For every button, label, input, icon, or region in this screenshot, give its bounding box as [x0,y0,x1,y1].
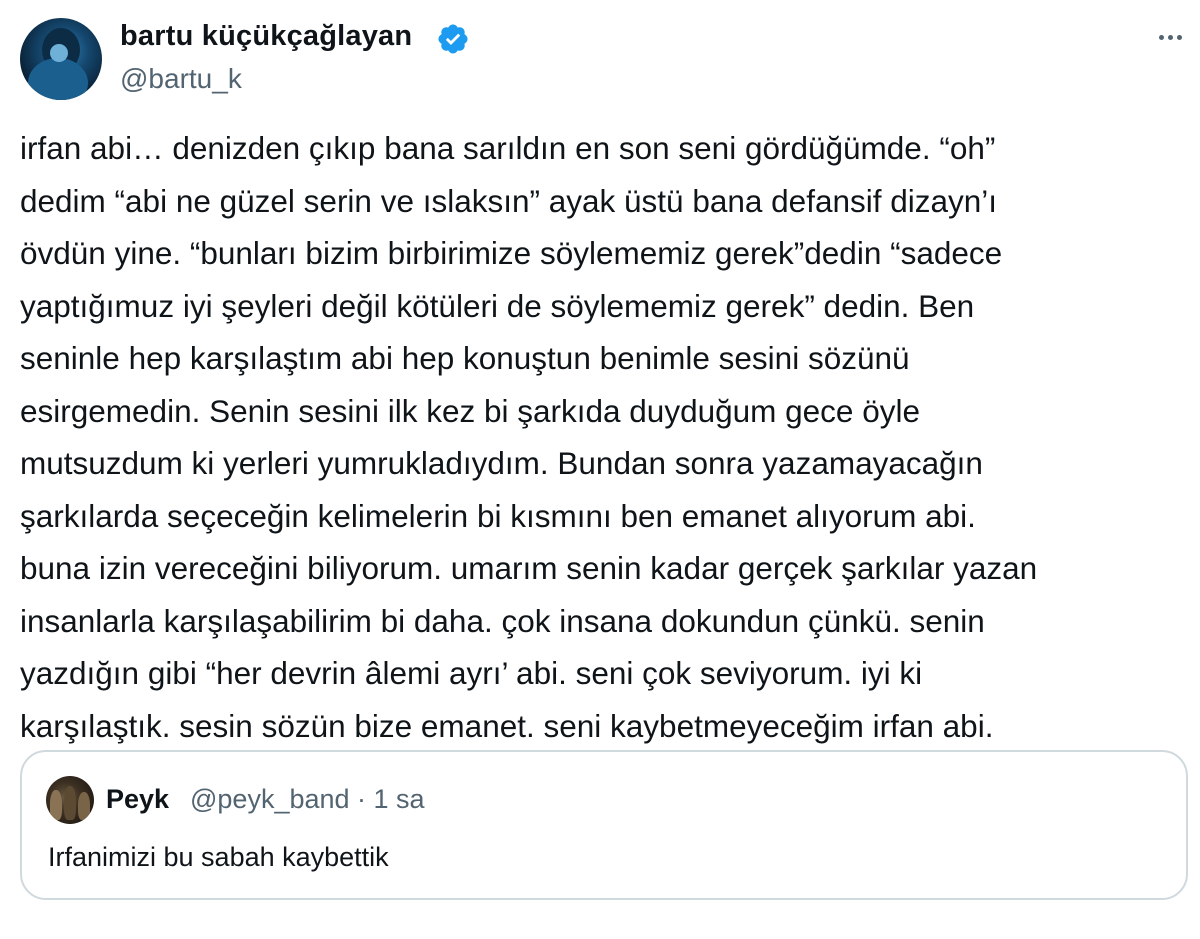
more-options-icon[interactable] [1150,22,1190,52]
verified-badge-icon [438,24,468,54]
quoted-avatar[interactable] [46,776,94,824]
author-name[interactable]: bartu küçükçağlayan [120,20,412,53]
tweet-card: bartu küçükçağlayan @bartu_k irfan abi… … [0,0,1200,939]
quoted-author-meta: @peyk_band · 1 sa [190,784,425,814]
quoted-author-name: Peyk [106,784,170,814]
author-handle[interactable]: @bartu_k [120,63,242,95]
author-avatar[interactable] [20,18,102,100]
quoted-tweet[interactable]: Peyk @peyk_band · 1 sa Irfanimizi bu sab… [20,750,1188,900]
tweet-text: irfan abi… denizden çıkıp bana sarıldın … [20,130,1038,744]
quoted-text: Irfanimizi bu sabah kaybettik [48,842,389,872]
